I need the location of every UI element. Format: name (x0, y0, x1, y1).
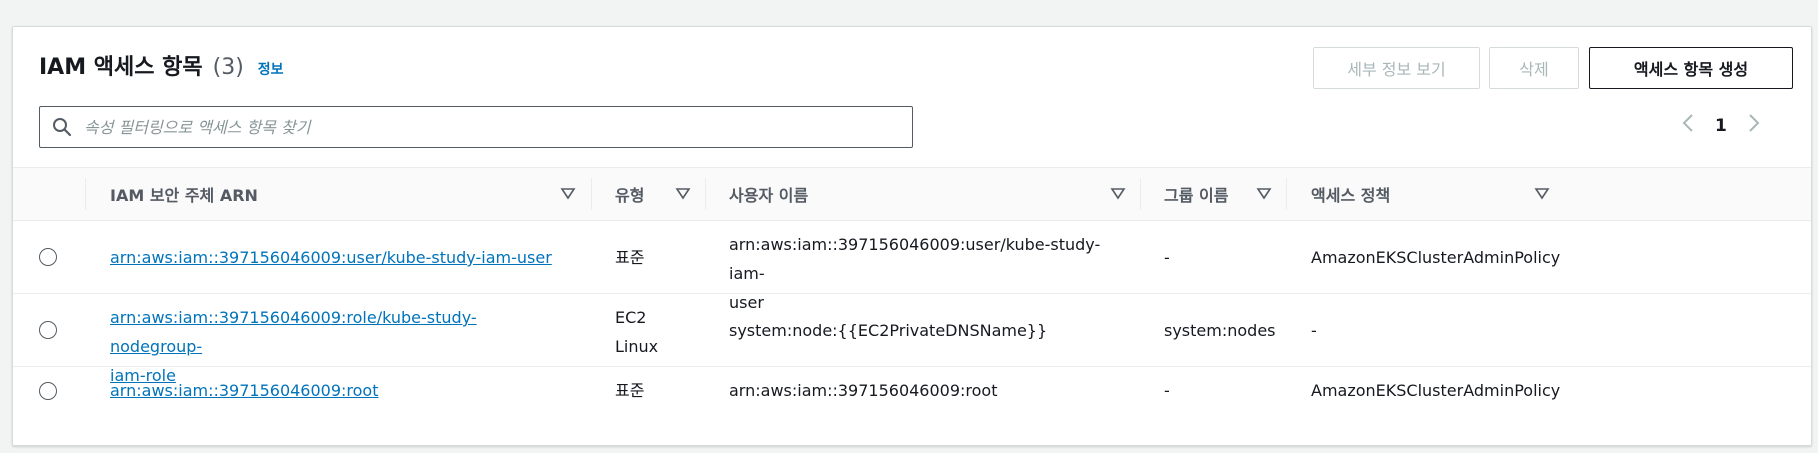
row-select-radio[interactable] (39, 248, 57, 266)
chevron-right-icon[interactable] (1745, 113, 1763, 139)
type-cell: EC2 Linux (615, 303, 658, 361)
type-line: Linux (615, 337, 659, 356)
table-header: IAM 보안 주체 ARN 유형 사용자 이름 그룹 이름 액세스 정책 (13, 167, 1811, 221)
username-cell: system:node:{{EC2PrivateDNSName}} (729, 321, 1048, 340)
sort-icon[interactable] (675, 185, 691, 201)
table-row[interactable]: arn:aws:iam::397156046009:user/kube-stud… (13, 221, 1811, 312)
pagination: 1 (1679, 113, 1763, 139)
page-number[interactable]: 1 (1715, 116, 1727, 136)
row-select-radio[interactable] (39, 382, 57, 400)
group-cell: - (1164, 381, 1170, 400)
sort-icon[interactable] (1256, 185, 1272, 201)
type-line: EC2 (615, 308, 647, 327)
search-field[interactable] (39, 106, 913, 148)
username-cell: arn:aws:iam::397156046009:root (729, 381, 998, 400)
sort-icon[interactable] (1110, 185, 1126, 201)
access-entries-table: IAM 보안 주체 ARN 유형 사용자 이름 그룹 이름 액세스 정책 arn… (13, 167, 1811, 415)
policy-cell: AmazonEKSClusterAdminPolicy (1311, 381, 1561, 400)
sort-icon[interactable] (1534, 185, 1550, 201)
column-divider (591, 178, 592, 210)
table-row[interactable]: arn:aws:iam::397156046009:role/kube-stud… (13, 294, 1811, 385)
group-cell: system:nodes (1164, 321, 1276, 340)
search-icon (53, 118, 72, 137)
principal-arn-link[interactable]: arn:aws:iam::397156046009:user/kube-stud… (110, 243, 552, 272)
column-header-group[interactable]: 그룹 이름 (1164, 168, 1228, 220)
column-header-username[interactable]: 사용자 이름 (729, 168, 808, 220)
create-access-entry-button[interactable]: 액세스 항목 생성 (1589, 47, 1793, 89)
entry-count: (3) (212, 55, 244, 80)
column-header-arn[interactable]: IAM 보안 주체 ARN (110, 168, 258, 220)
access-entries-panel: IAM 액세스 항목 (3) 정보 세부 정보 보기 삭제 액세스 항목 생성 … (12, 26, 1812, 446)
principal-arn-link[interactable]: arn:aws:iam::397156046009:root (110, 376, 379, 405)
sort-icon[interactable] (560, 185, 576, 201)
policy-cell: AmazonEKSClusterAdminPolicy (1311, 248, 1561, 267)
type-cell: 표준 (615, 248, 645, 267)
column-divider (705, 178, 706, 210)
group-cell: - (1164, 248, 1170, 267)
column-divider (1140, 178, 1141, 210)
delete-button[interactable]: 삭제 (1489, 47, 1579, 89)
info-link[interactable]: 정보 (258, 59, 284, 79)
username-line: arn:aws:iam::397156046009:user/kube-stud… (729, 235, 1101, 283)
table-row[interactable]: arn:aws:iam::397156046009:root 표준 arn:aw… (13, 367, 1811, 415)
page-title: IAM 액세스 항목 (39, 55, 203, 80)
panel-header: IAM 액세스 항목 (3) 정보 (39, 49, 284, 81)
column-divider (85, 178, 86, 210)
column-divider (1286, 178, 1287, 210)
principal-arn-link[interactable]: arn:aws:iam::397156046009:role/kube-stud… (110, 303, 560, 361)
column-header-type[interactable]: 유형 (615, 168, 644, 220)
view-details-button[interactable]: 세부 정보 보기 (1313, 47, 1480, 89)
policy-cell: - (1311, 321, 1317, 340)
chevron-left-icon[interactable] (1679, 113, 1697, 139)
row-select-radio[interactable] (39, 321, 57, 339)
type-cell: 표준 (615, 381, 645, 400)
search-input[interactable] (82, 116, 886, 138)
column-header-policy[interactable]: 액세스 정책 (1311, 168, 1390, 220)
